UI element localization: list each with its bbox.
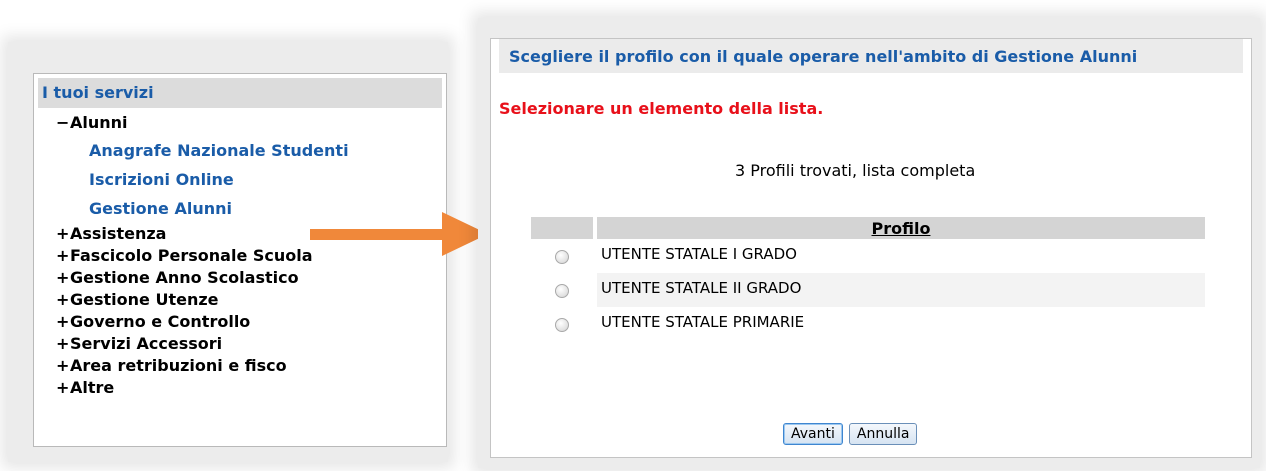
tree-item-altre[interactable]: +Altre <box>34 377 446 399</box>
profile-name: UTENTE STATALE II GRADO <box>597 273 1205 307</box>
tree-item-label: Fascicolo Personale Scuola <box>70 246 313 265</box>
tree-item-label: Assistenza <box>70 224 167 243</box>
error-message: Selezionare un elemento della lista. <box>499 99 824 118</box>
tree-item-label: Altre <box>70 378 115 397</box>
expand-icon[interactable]: + <box>56 333 70 355</box>
tree-item-label: Gestione Anno Scolastico <box>70 268 299 287</box>
table-row[interactable]: UTENTE STATALE I GRADO <box>531 239 1205 273</box>
tree-item-label: Area retribuzioni e fisco <box>70 356 287 375</box>
expand-icon[interactable]: + <box>56 311 70 333</box>
profile-panel: Scegliere il profilo con il quale operar… <box>490 38 1252 458</box>
profile-header: Scegliere il profilo con il quale operar… <box>499 39 1243 73</box>
tree-item-label: Gestione Utenze <box>70 290 219 309</box>
alunni-subitems: Anagrafe Nazionale Studenti Iscrizioni O… <box>34 136 446 223</box>
button-bar: Avanti Annulla <box>783 423 923 445</box>
expand-icon[interactable]: + <box>56 267 70 289</box>
selection-column-header <box>531 217 593 239</box>
cancel-button[interactable]: Annulla <box>848 423 918 445</box>
next-button[interactable]: Avanti <box>783 423 843 445</box>
tree-item-servizi-accessori[interactable]: +Servizi Accessori <box>34 333 446 355</box>
expand-icon[interactable]: + <box>56 223 70 245</box>
link-iscrizioni-online[interactable]: Iscrizioni Online <box>34 165 446 194</box>
tree-item-governo-e-controllo[interactable]: +Governo e Controllo <box>34 311 446 333</box>
profile-radio[interactable] <box>555 250 569 264</box>
profile-table: Profilo UTENTE STATALE I GRADO UTENTE ST… <box>527 217 1209 341</box>
link-anagrafe-nazionale-studenti[interactable]: Anagrafe Nazionale Studenti <box>34 136 446 165</box>
table-row[interactable]: UTENTE STATALE PRIMARIE <box>531 307 1205 341</box>
tree-item-label: Servizi Accessori <box>70 334 223 353</box>
expand-icon[interactable]: + <box>56 355 70 377</box>
collapse-icon[interactable]: − <box>56 110 70 136</box>
profile-column-header[interactable]: Profilo <box>597 217 1205 239</box>
tree-item-label: Governo e Controllo <box>70 312 251 331</box>
tree-item-label: Alunni <box>70 113 128 132</box>
expand-icon[interactable]: + <box>56 289 70 311</box>
table-row[interactable]: UTENTE STATALE II GRADO <box>531 273 1205 307</box>
tree-item-alunni[interactable]: −Alunni <box>34 110 446 136</box>
services-title: I tuoi servizi <box>38 78 442 108</box>
tree-item-gestione-utenze[interactable]: +Gestione Utenze <box>34 289 446 311</box>
arrow-right-icon <box>310 212 488 256</box>
profile-radio[interactable] <box>555 284 569 298</box>
profile-name: UTENTE STATALE I GRADO <box>601 245 797 263</box>
result-count: 3 Profili trovati, lista completa <box>735 161 976 180</box>
tree-item-gestione-anno-scolastico[interactable]: +Gestione Anno Scolastico <box>34 267 446 289</box>
expand-icon[interactable]: + <box>56 377 70 399</box>
tree-item-area-retribuzioni-e-fisco[interactable]: +Area retribuzioni e fisco <box>34 355 446 377</box>
expand-icon[interactable]: + <box>56 245 70 267</box>
profile-name: UTENTE STATALE PRIMARIE <box>601 313 805 331</box>
services-panel: I tuoi servizi −Alunni Anagrafe Nazional… <box>33 73 447 447</box>
profile-radio[interactable] <box>555 318 569 332</box>
